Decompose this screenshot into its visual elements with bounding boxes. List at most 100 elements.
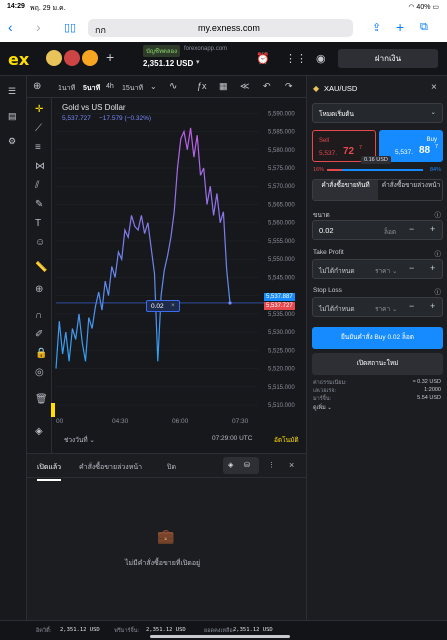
take-profit-value[interactable]: ไม่ได้กำหนด xyxy=(319,266,355,276)
trend-line-icon[interactable]: ⟋ xyxy=(35,123,42,134)
menu-icon[interactable]: ☰ xyxy=(8,86,16,97)
y-tick-label: 5,585.000 xyxy=(268,130,295,136)
margin-value: 5.54 USD xyxy=(417,395,441,401)
x-tick-label: 00 xyxy=(56,418,64,425)
apps-grid-icon[interactable]: ⋮⋮ xyxy=(285,52,307,65)
channel-icon[interactable]: ⫽ xyxy=(35,180,39,191)
chart-type-icon[interactable]: ∿ xyxy=(169,81,177,92)
sell-label: Sell xyxy=(319,138,330,144)
add-tab-icon[interactable]: + xyxy=(106,49,114,65)
instrument-tab-icon[interactable] xyxy=(46,50,62,66)
tab-pending[interactable]: คำสั่งซื้อขายล่วงหน้า xyxy=(79,462,142,473)
close-icon[interactable]: × xyxy=(171,302,175,309)
timeframe-4h[interactable]: 4h xyxy=(106,83,114,90)
gold-icon: ◆ xyxy=(313,84,320,93)
chevron-down-icon[interactable]: ▾ xyxy=(196,58,200,66)
rewind-icon[interactable]: ≪ xyxy=(240,81,249,92)
tabs-icon[interactable]: ⧉ xyxy=(420,21,428,34)
date-range-button[interactable]: ช่วงวันที่ ⌄ xyxy=(64,435,95,445)
y-tick-label: 5,590.000 xyxy=(268,111,295,117)
brush-icon[interactable]: ✎ xyxy=(35,199,43,210)
stop-loss-field[interactable]: ไม่ได้กำหนด ราคา ⌄ − + xyxy=(312,297,443,317)
timeframe-15m[interactable]: 15นาที xyxy=(122,83,143,94)
last-price-dot xyxy=(228,301,232,305)
fib-icon[interactable]: ≡ xyxy=(35,142,41,153)
ruler-icon[interactable]: 📏 xyxy=(35,262,47,273)
more-details-link[interactable]: ดูเพิ่ม ⌄ xyxy=(313,404,332,412)
calendar-icon[interactable]: ▤ xyxy=(8,111,17,122)
info-icon[interactable]: ⓘ xyxy=(435,248,442,258)
zoom-icon[interactable]: ⊕ xyxy=(35,284,43,295)
more-options-icon[interactable]: ⋮ xyxy=(268,461,275,469)
deposit-button[interactable]: ฝากเงิน xyxy=(338,49,438,68)
tab-market-order[interactable]: คำสั่งซื้อขายทันที xyxy=(313,180,378,200)
decrease-button[interactable]: − xyxy=(409,301,414,311)
undo-icon[interactable]: ↶ xyxy=(263,81,271,92)
ios-status-bar: 14:29 พฤ. 29 ม.ค. ◠ 40% ▭ xyxy=(0,0,447,14)
info-icon[interactable]: ⓘ xyxy=(435,286,442,296)
increase-button[interactable]: + xyxy=(430,301,435,311)
take-profit-unit[interactable]: ราคา ⌄ xyxy=(375,266,397,276)
lock-drawings-icon[interactable]: ✐ xyxy=(35,329,43,340)
url-field[interactable]: กก my.exness.com xyxy=(88,19,353,37)
chart-canvas[interactable]: 5,590.000 5,585.000 5,580.000 5,575.000 5,57… xyxy=(52,98,306,453)
cancel-button[interactable]: เปิดสถานะใหม่ xyxy=(312,353,443,375)
account-balance[interactable]: 2,351.12 USD xyxy=(143,59,193,68)
layers-icon[interactable]: ◈ xyxy=(228,461,233,469)
free-margin-label: ฟรีมาร์จิ้น: xyxy=(114,628,140,634)
crosshair-icon[interactable]: ✛ xyxy=(35,104,43,115)
lock-icon[interactable]: 🔒 xyxy=(35,348,47,359)
stop-loss-value[interactable]: ไม่ได้กำหนด xyxy=(319,304,355,314)
reader-aa[interactable]: กก xyxy=(95,23,106,37)
increase-button[interactable]: + xyxy=(430,224,435,234)
text-icon[interactable]: T xyxy=(35,218,41,229)
decrease-button[interactable]: − xyxy=(409,263,414,273)
sell-price-big: 72 xyxy=(343,146,355,157)
price-chart[interactable]: Gold vs US Dollar 5,537.727 −17.579 (−0.… xyxy=(51,98,306,453)
mode-select-value: โหมดเริ่มต้น xyxy=(319,111,354,118)
close-icon[interactable]: × xyxy=(289,460,294,470)
timeframe-5m[interactable]: 5นาที xyxy=(83,83,100,94)
position-order-tag[interactable]: 0.02 × xyxy=(146,300,180,312)
magnet-icon[interactable]: ∩ xyxy=(35,310,42,321)
alarm-icon[interactable]: ⏰ xyxy=(256,52,270,65)
exness-logo[interactable]: ex xyxy=(8,50,29,69)
settings-icon[interactable]: ⚙ xyxy=(8,136,16,147)
tab-open[interactable]: เปิดแล้ว xyxy=(37,462,62,481)
add-indicator-icon[interactable]: ⊕ xyxy=(33,81,41,92)
tab-closed[interactable]: ปิด xyxy=(167,462,176,473)
forward-icon[interactable]: › xyxy=(36,19,41,35)
timeframe-1m[interactable]: 1นาที xyxy=(58,83,75,94)
instrument-tab-icon[interactable] xyxy=(64,50,80,66)
back-icon[interactable]: ‹ xyxy=(8,19,13,35)
info-icon[interactable]: ⓘ xyxy=(435,209,442,219)
take-profit-field[interactable]: ไม่ได้กำหนด ราคา ⌄ − + xyxy=(312,259,443,279)
instrument-tab-icon[interactable] xyxy=(82,50,98,66)
close-icon[interactable]: × xyxy=(431,82,437,93)
book-icon[interactable]: ▯▯ xyxy=(64,21,76,34)
eye-icon[interactable]: ◎ xyxy=(35,367,44,378)
redo-icon[interactable]: ↷ xyxy=(285,81,293,92)
volume-value[interactable]: 0.02 xyxy=(319,226,334,235)
volume-field[interactable]: 0.02 ล็อต − + xyxy=(312,220,443,240)
indicators-icon[interactable]: ƒx xyxy=(197,81,207,91)
mode-select[interactable]: โหมดเริ่มต้น ⌄ xyxy=(312,103,443,123)
pattern-icon[interactable]: ⋈ xyxy=(35,161,45,172)
stop-loss-unit[interactable]: ราคา ⌄ xyxy=(375,304,397,314)
new-tab-icon[interactable]: + xyxy=(396,19,404,35)
scroll-handle[interactable] xyxy=(51,403,55,417)
chevron-down-icon[interactable]: ⌄ xyxy=(150,82,157,91)
stack-icon[interactable]: ⛁ xyxy=(244,461,250,469)
layers-icon[interactable]: ◈ xyxy=(35,426,43,437)
user-icon[interactable]: ◉ xyxy=(316,52,326,65)
emoji-icon[interactable]: ☺ xyxy=(35,237,45,248)
trash-icon[interactable]: 🗑 xyxy=(35,394,48,405)
layout-icon[interactable]: ▦ xyxy=(219,81,228,92)
confirm-buy-button[interactable]: ยืนยันคำสั่ง Buy 0.02 ล็อต xyxy=(312,327,443,349)
sell-price-sup: 7 xyxy=(359,145,363,151)
share-icon[interactable]: ⇪ xyxy=(372,21,381,34)
auto-scale-button[interactable]: อัตโนมัติ xyxy=(274,435,299,445)
tab-pending-order[interactable]: คำสั่งซื้อขายล่วงหน้า xyxy=(379,180,443,200)
increase-button[interactable]: + xyxy=(430,263,435,273)
decrease-button[interactable]: − xyxy=(409,224,414,234)
